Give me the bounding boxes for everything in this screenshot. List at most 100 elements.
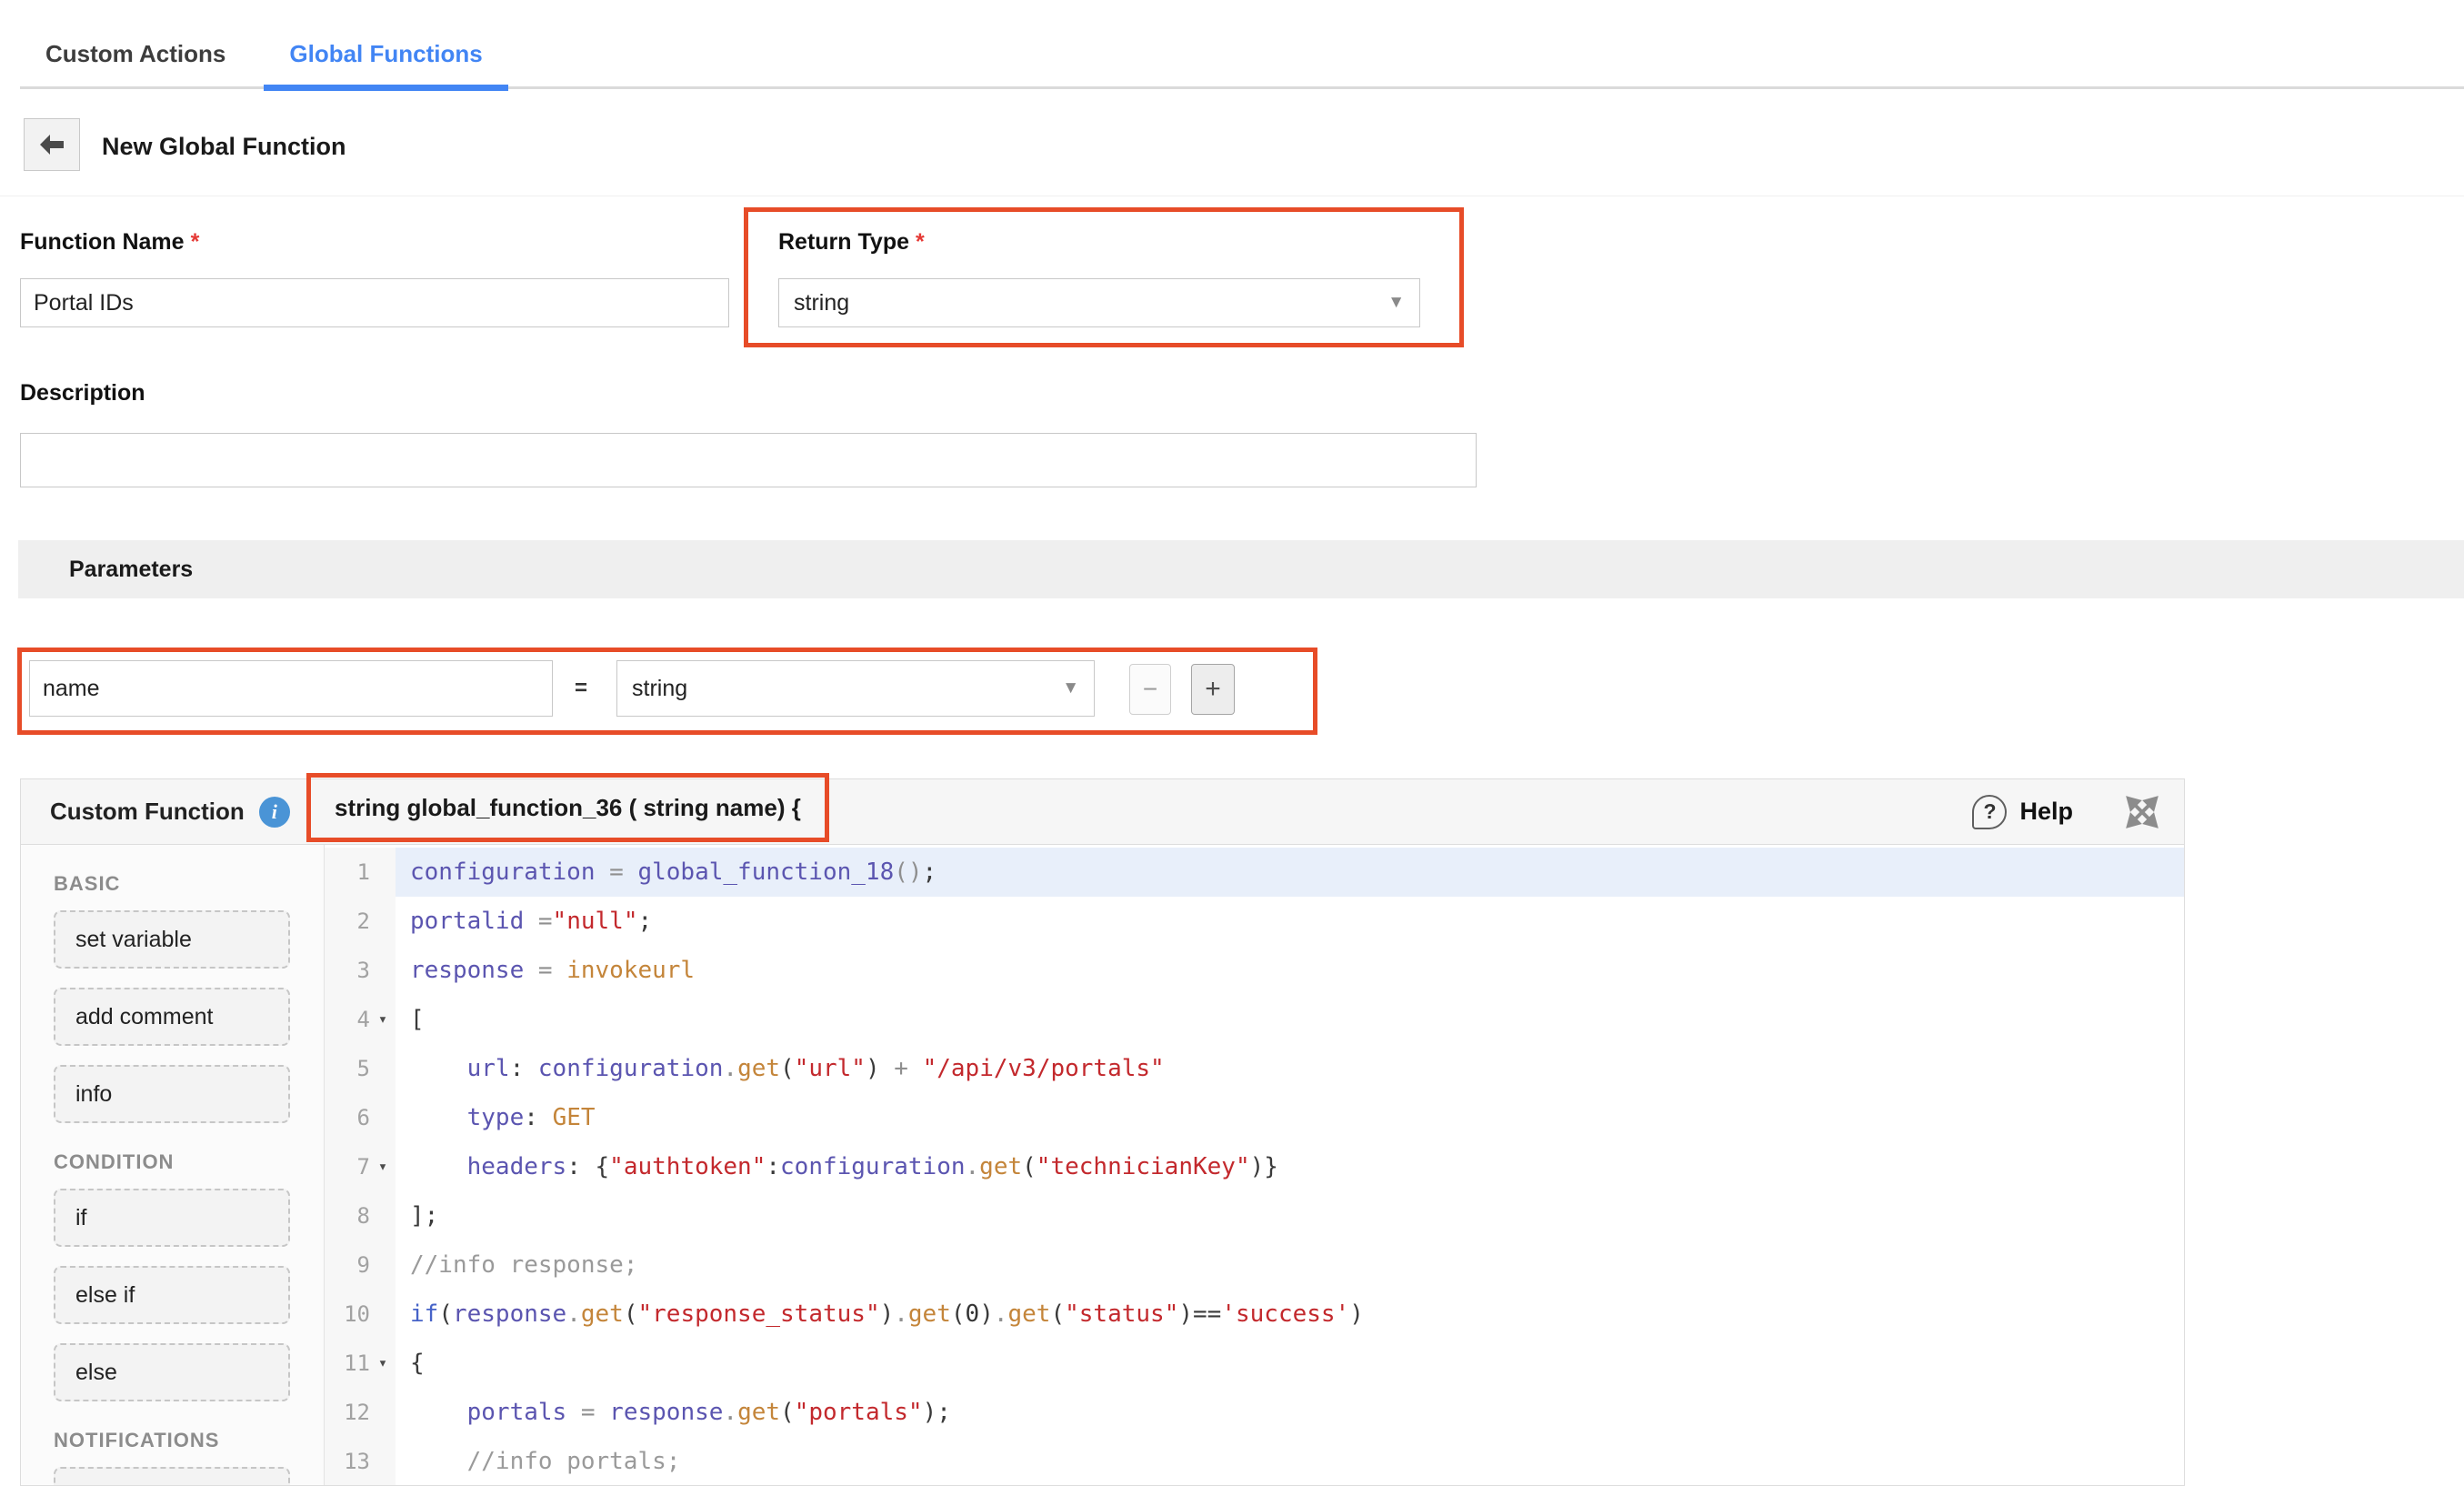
snippet-button-set-variable[interactable]: set variable: [54, 910, 290, 969]
line-number-gutter: 10: [325, 1290, 396, 1339]
code-line-content[interactable]: {: [396, 1339, 2184, 1388]
code-line[interactable]: 9 //info response;: [325, 1240, 2184, 1290]
description-label: Description: [20, 380, 145, 407]
function-name-input[interactable]: [20, 278, 729, 327]
line-number-gutter: 11▾: [325, 1339, 396, 1388]
description-input[interactable]: [20, 433, 1477, 487]
line-number-gutter: 8: [325, 1191, 396, 1240]
code-line[interactable]: 10 if(response.get("response_status").get…: [325, 1290, 2184, 1339]
code-line-content[interactable]: portalid ="null";: [396, 897, 2184, 946]
code-line-content[interactable]: ];: [396, 1191, 2184, 1240]
line-number-gutter: 7▾: [325, 1142, 396, 1191]
line-number-gutter: 3: [325, 946, 396, 995]
snippet-button-info[interactable]: info: [54, 1065, 290, 1123]
line-number-gutter: 5: [325, 1044, 396, 1093]
remove-parameter-button[interactable]: −: [1129, 664, 1171, 715]
back-button[interactable]: [24, 118, 80, 171]
code-line[interactable]: 7▾ headers: {"authtoken":configuration.g…: [325, 1142, 2184, 1191]
editor-sidebar: BASIC set variable add comment info CONDITIO…: [21, 845, 325, 1485]
page: Custom Actions Global Functions New Glob…: [0, 0, 2464, 1486]
editor-body: BASIC set variable add comment info CONDITIO…: [21, 845, 2184, 1485]
tab-global-functions[interactable]: Global Functions: [264, 40, 507, 86]
code-line[interactable]: 3 response = invokeurl: [325, 946, 2184, 995]
tab-custom-actions[interactable]: Custom Actions: [20, 40, 251, 86]
line-number-gutter: 4▾: [325, 995, 396, 1044]
help-icon[interactable]: ?: [1972, 795, 2007, 829]
fold-toggle-icon[interactable]: ▾: [370, 1354, 396, 1372]
code-line[interactable]: 11▾{: [325, 1339, 2184, 1388]
sidebar-section-label: NOTIFICATIONS: [54, 1429, 324, 1452]
code-line[interactable]: 8];: [325, 1191, 2184, 1240]
code-line-content[interactable]: headers: {"authtoken":configuration.get(…: [396, 1142, 2184, 1191]
line-number-gutter: 12: [325, 1388, 396, 1437]
function-name-label: Function Name*: [20, 229, 199, 256]
required-asterisk: *: [191, 229, 200, 255]
line-number: 10: [325, 1301, 370, 1327]
code-line[interactable]: 6 type: GET: [325, 1093, 2184, 1142]
code-editor[interactable]: 1 configuration = global_function_18(); 2 p…: [325, 845, 2184, 1485]
line-number-gutter: 13: [325, 1437, 396, 1485]
code-line-content[interactable]: configuration = global_function_18();: [396, 848, 2184, 897]
code-line[interactable]: 12 portals = response.get("portals");: [325, 1388, 2184, 1437]
line-number: 2: [325, 909, 370, 934]
line-number: 7: [325, 1154, 370, 1180]
code-line-content[interactable]: portals = response.get("portals");: [396, 1388, 2184, 1437]
code-line-content[interactable]: url: configuration.get("url") + "/api/v3…: [396, 1044, 2184, 1093]
code-line-content[interactable]: //info portals;: [396, 1437, 2184, 1485]
line-number-gutter: 2: [325, 897, 396, 946]
return-type-label: Return Type*: [778, 229, 925, 256]
info-icon[interactable]: i: [259, 797, 290, 828]
sidebar-section-label: BASIC: [54, 872, 324, 896]
code-line-content[interactable]: //info response;: [396, 1240, 2184, 1290]
snippet-button-partial[interactable]: [54, 1467, 290, 1485]
parameter-type-value: string: [632, 676, 687, 702]
chevron-down-icon: ▼: [1062, 678, 1079, 698]
function-signature: string global_function_36 ( string name)…: [335, 794, 801, 822]
parameters-title: Parameters: [69, 557, 193, 583]
sidebar-section-label: CONDITION: [54, 1150, 324, 1174]
fold-toggle-icon[interactable]: ▾: [370, 1158, 396, 1176]
left-arrow-icon: [37, 132, 66, 157]
code-line-content[interactable]: [: [396, 995, 2184, 1044]
fold-toggle-icon[interactable]: ▾: [370, 1010, 396, 1029]
line-number-gutter: 1: [325, 848, 396, 897]
line-number: 5: [325, 1056, 370, 1081]
required-asterisk: *: [916, 229, 925, 255]
parameter-type-select[interactable]: string ▼: [616, 660, 1095, 717]
add-parameter-button[interactable]: +: [1191, 664, 1235, 715]
custom-function-title: Custom Function: [50, 798, 245, 826]
snippet-button-else-if[interactable]: else if: [54, 1266, 290, 1324]
line-number-gutter: 6: [325, 1093, 396, 1142]
line-number: 6: [325, 1105, 370, 1130]
return-type-value: string: [794, 290, 849, 316]
function-signature-highlight-box: string global_function_36 ( string name)…: [306, 773, 829, 842]
chevron-down-icon: ▼: [1387, 293, 1405, 313]
tab-bar: Custom Actions Global Functions: [20, 40, 2464, 89]
code-line[interactable]: 5 url: configuration.get("url") + "/api/…: [325, 1044, 2184, 1093]
line-number: 1: [325, 859, 370, 885]
custom-function-header: Custom Function i string global_function…: [21, 779, 2184, 845]
help-button[interactable]: Help: [2019, 798, 2073, 826]
line-number: 9: [325, 1252, 370, 1278]
code-line[interactable]: 2 portalid ="null";: [325, 897, 2184, 946]
line-number: 4: [325, 1007, 370, 1032]
code-line-content[interactable]: if(response.get("response_status").get(0…: [396, 1290, 2184, 1339]
snippet-button-add-comment[interactable]: add comment: [54, 988, 290, 1046]
code-line-content[interactable]: type: GET: [396, 1093, 2184, 1142]
snippet-button-else[interactable]: else: [54, 1343, 290, 1401]
custom-function-panel: Custom Function i string global_function…: [20, 778, 2185, 1486]
line-number: 3: [325, 958, 370, 983]
equals-sign: =: [575, 660, 587, 717]
code-line-content[interactable]: response = invokeurl: [396, 946, 2184, 995]
parameter-name-input[interactable]: [29, 660, 553, 717]
line-number: 8: [325, 1203, 370, 1229]
code-line[interactable]: 4▾[: [325, 995, 2184, 1044]
code-line[interactable]: 13 //info portals;: [325, 1437, 2184, 1485]
header-actions: ? Help: [1972, 779, 2159, 844]
return-type-select[interactable]: string ▼: [778, 278, 1420, 327]
snippet-button-if[interactable]: if: [54, 1189, 290, 1247]
code-line[interactable]: 1 configuration = global_function_18();: [325, 848, 2184, 897]
fullscreen-expand-icon[interactable]: [2126, 796, 2159, 828]
line-number: 13: [325, 1449, 370, 1474]
page-title: New Global Function: [102, 133, 346, 161]
